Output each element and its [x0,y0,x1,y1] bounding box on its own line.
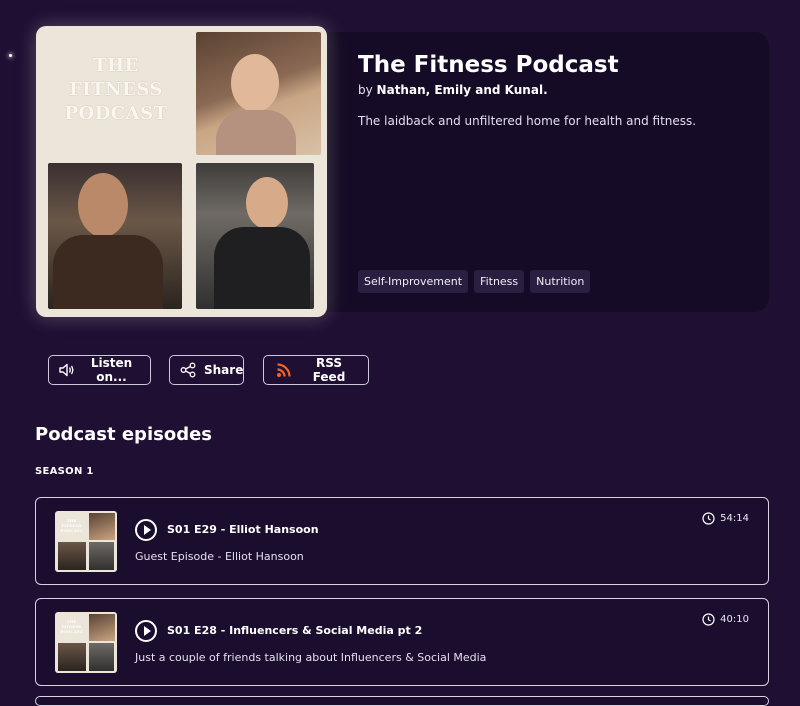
play-button[interactable] [135,620,157,642]
podcast-authors: Nathan, Emily and Kunal. [376,83,548,97]
podcast-byline: by Nathan, Emily and Kunal. [358,83,548,97]
tag-nutrition[interactable]: Nutrition [530,270,591,293]
tag-fitness[interactable]: Fitness [474,270,525,293]
podcast-cover-art: THE FITNESS PODCAST [36,26,327,317]
share-button[interactable]: Share [169,355,244,385]
tag-list: Self-Improvement Fitness Nutrition [358,270,591,293]
duration-text: 54:14 [720,513,749,524]
sparkle-decoration [9,54,12,57]
duration-text: 40:10 [720,614,749,625]
thumbnail-cover-title: THE FITNESS PODCAST [60,619,83,634]
episode-card[interactable]: THE FITNESS PODCAST S01 E29 - Elliot Han… [35,497,769,585]
tag-self-improvement[interactable]: Self-Improvement [358,270,469,293]
speaker-icon [59,363,74,377]
podcast-title: The Fitness Podcast [358,52,619,78]
share-label: Share [204,363,244,377]
episode-duration: 54:14 [702,512,749,525]
episode-description: Guest Episode - Elliot Hansoon [135,550,304,563]
rss-feed-button[interactable]: RSS Feed [263,355,369,385]
podcast-description: The laidback and unfiltered home for hea… [358,114,697,128]
episode-thumbnail: THE FITNESS PODCAST [55,612,117,673]
episode-title[interactable]: S01 E29 - Elliot Hansoon [167,523,319,536]
share-icon [180,362,196,378]
byline-prefix: by [358,83,373,97]
clock-icon [702,512,715,525]
cover-photo-nathan [196,163,314,309]
cover-photo-kunal [48,163,182,309]
rss-icon [277,363,291,377]
episode-description: Just a couple of friends talking about I… [135,651,487,664]
clock-icon [702,613,715,626]
rss-feed-label: RSS Feed [312,356,346,384]
episode-card[interactable]: THE FITNESS PODCAST S01 E28 - Influencer… [35,598,769,686]
episode-title[interactable]: S01 E28 - Influencers & Social Media pt … [167,624,422,637]
episode-duration: 40:10 [702,613,749,626]
play-button[interactable] [135,519,157,541]
season-label: SEASON 1 [35,466,94,477]
episode-thumbnail: THE FITNESS PODCAST [55,511,117,572]
cover-photo-emily [196,32,321,155]
episode-card-partial[interactable] [35,696,769,706]
listen-on-label: Listen on... [90,356,133,384]
listen-on-button[interactable]: Listen on... [48,355,151,385]
thumbnail-cover-title: THE FITNESS PODCAST [60,518,83,533]
cover-title: THE FITNESS PODCAST [64,55,168,124]
episodes-heading: Podcast episodes [35,424,212,445]
